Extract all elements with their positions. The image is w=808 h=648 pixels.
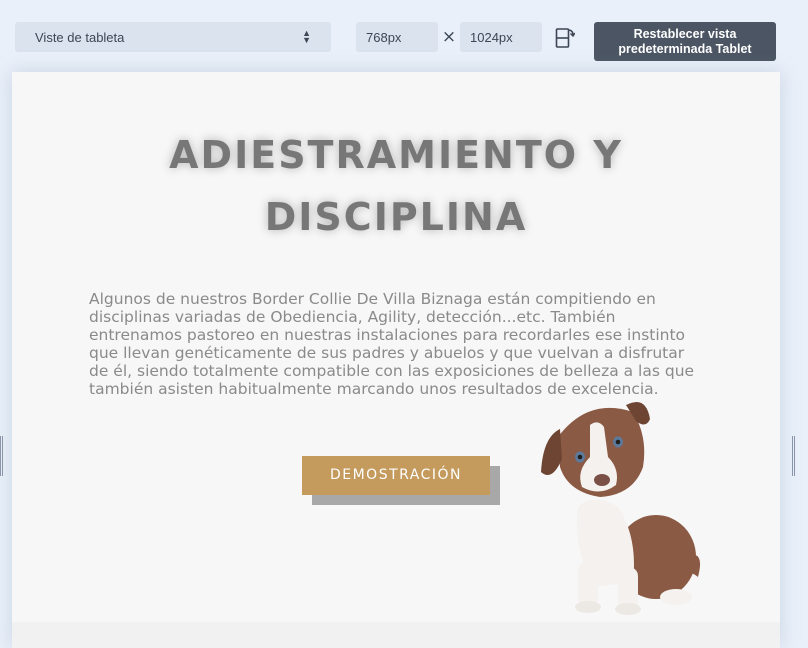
responsive-toolbar: Viste de tableta ▲ ▼ 768px × 1024px Resta… [0,0,808,68]
hero-title: ADIESTRAMIENTO Y DISCIPLINA [12,124,780,248]
height-input[interactable]: 1024px [460,22,542,52]
reset-default-view-button[interactable]: Restablecer vista predeterminada Tablet [594,22,776,61]
hero-paragraph: Algunos de nuestros Border Collie De Vil… [89,290,695,398]
device-view-select-value: Viste de tableta [35,29,125,45]
reset-button-label-line2: predeterminada Tablet [618,42,752,56]
hero-title-line2: DISCIPLINA [264,195,528,239]
updown-arrows-icon: ▲ ▼ [302,28,311,45]
height-input-value: 1024px [470,29,513,45]
rotate-device-icon[interactable] [555,27,576,49]
device-view-select[interactable]: Viste de tableta ▲ ▼ [15,22,331,52]
next-section-strip [12,622,780,648]
width-input-value: 768px [366,29,402,45]
reset-button-label-line1: Restablecer vista [633,27,737,41]
width-input[interactable]: 768px [356,22,438,52]
demo-button[interactable]: DEMOSTRACIÓN [302,456,490,495]
puppy-image [541,402,701,615]
resize-handle-left[interactable] [0,436,3,476]
times-icon: × [441,27,457,47]
tablet-preview-frame: ADIESTRAMIENTO Y DISCIPLINA Algunos de n… [12,72,780,648]
resize-handle-right[interactable] [792,436,795,476]
hero-title-line1: ADIESTRAMIENTO Y [169,133,623,177]
